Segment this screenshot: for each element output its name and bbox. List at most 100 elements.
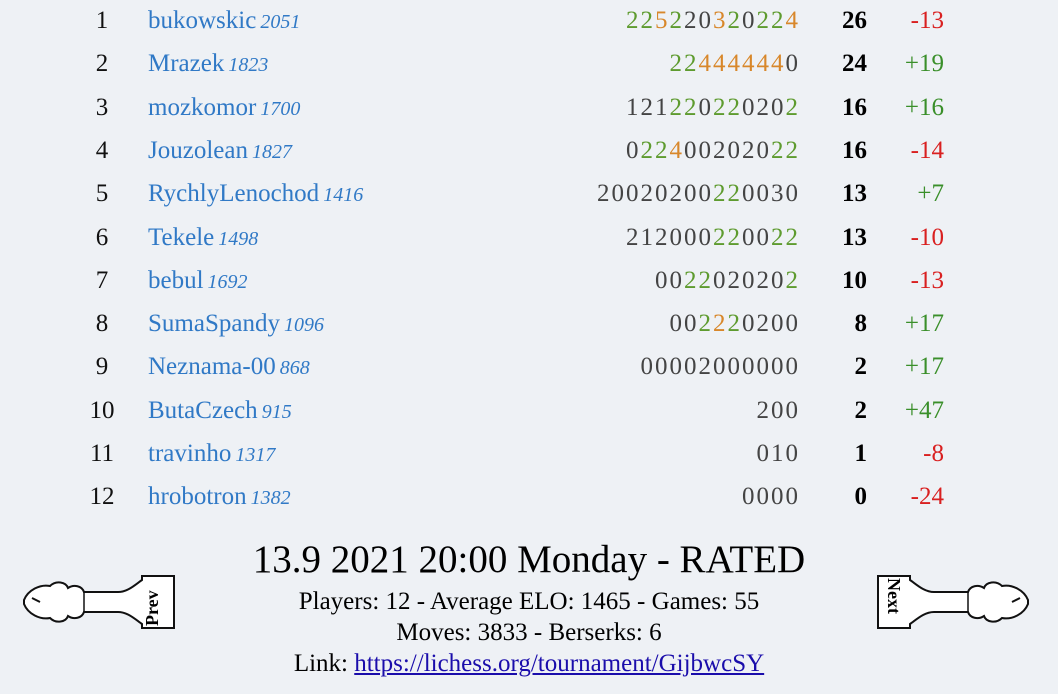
points-cell: 16 [842, 94, 867, 121]
game-score: 1 [640, 224, 655, 251]
player-link[interactable]: bebul 1692 [148, 259, 248, 304]
player-link[interactable]: Mrazek 1823 [148, 42, 268, 87]
game-score: 2 [713, 94, 728, 121]
game-score: 2 [713, 137, 728, 164]
player-name: hrobotron [148, 483, 247, 510]
game-score: 0 [698, 94, 713, 121]
player-name: Neznama-00 [148, 353, 276, 380]
game-score: 0 [698, 224, 713, 251]
game-score: 0 [727, 353, 742, 380]
tournament-link[interactable]: https://lichess.org/tournament/GijbwcSY [354, 650, 764, 677]
game-score: 4 [698, 50, 713, 77]
game-score: 1 [655, 94, 670, 121]
game-score: 0 [785, 50, 800, 77]
player-link[interactable]: mozkomor 1700 [148, 86, 300, 131]
player-rating: 915 [261, 401, 292, 423]
rank-cell: 3 [95, 94, 109, 121]
game-score: 4 [669, 137, 684, 164]
game-score: 0 [756, 180, 771, 207]
game-score: 0 [771, 94, 786, 121]
game-scores: 200 [757, 389, 801, 432]
game-score: 2 [655, 224, 670, 251]
game-score: 2 [713, 224, 728, 251]
game-score: 4 [713, 50, 728, 77]
player-link[interactable]: SumaSpandy 1096 [148, 302, 324, 347]
game-score: 0 [669, 353, 684, 380]
game-scores: 0000 [742, 475, 800, 518]
player-link[interactable]: hrobotron 1382 [148, 475, 291, 520]
rank-cell: 11 [89, 440, 115, 467]
game-score: 0 [742, 267, 757, 294]
game-score: 0 [713, 353, 728, 380]
game-score: 2 [713, 310, 728, 337]
player-name: bebul [148, 267, 204, 294]
game-score: 4 [742, 50, 757, 77]
rating-change: -13 [910, 267, 944, 294]
game-score: 2 [756, 397, 771, 424]
player-name: Jouzolean [148, 137, 248, 164]
player-rating: 1096 [283, 314, 324, 336]
game-score: 2 [713, 180, 728, 207]
points-cell: 2 [854, 397, 868, 424]
rating-change: +17 [904, 310, 944, 337]
game-score: 2 [785, 267, 800, 294]
player-link[interactable]: ButaCzech 915 [148, 389, 292, 434]
rating-change: -24 [910, 483, 944, 510]
game-score: 0 [785, 353, 800, 380]
game-score: 2 [655, 137, 670, 164]
player-rating: 2051 [260, 11, 301, 33]
game-score: 2 [727, 7, 742, 34]
player-link[interactable]: Neznama-00 868 [148, 345, 310, 390]
game-score: 2 [756, 310, 771, 337]
player-name: mozkomor [148, 94, 257, 121]
player-link[interactable]: Tekele 1498 [148, 216, 258, 261]
game-score: 5 [655, 7, 670, 34]
table-row: 4 Jouzolean 1827 022400202022 16 -14 [0, 129, 1058, 172]
table-row: 11 travinho 1317 010 1 -8 [0, 432, 1058, 475]
player-rating: 1382 [250, 487, 291, 509]
game-score: 2 [771, 224, 786, 251]
game-score: 2 [727, 94, 742, 121]
game-score: 2 [771, 137, 786, 164]
game-score: 2 [698, 310, 713, 337]
game-scores: 20020200220030 [597, 172, 800, 215]
game-score: 0 [756, 353, 771, 380]
table-row: 5 RychlyLenochod 1416 20020200220030 13 +7 [0, 172, 1058, 215]
player-name: ButaCzech [148, 397, 258, 424]
rating-change: -10 [910, 224, 944, 251]
player-name: Mrazek [148, 50, 225, 77]
game-score: 2 [756, 94, 771, 121]
rank-cell: 10 [89, 397, 115, 424]
game-score: 0 [756, 137, 771, 164]
game-score: 2 [626, 224, 641, 251]
game-score: 2 [742, 137, 757, 164]
player-name: bukowskic [148, 7, 257, 34]
rating-change: +19 [904, 50, 944, 77]
table-row: 9 Neznama-00 868 00002000000 2 +17 [0, 345, 1058, 388]
game-score: 0 [785, 483, 800, 510]
player-link[interactable]: RychlyLenochod 1416 [148, 172, 363, 217]
player-link[interactable]: Jouzolean 1827 [148, 129, 292, 174]
game-score: 2 [785, 94, 800, 121]
game-score: 0 [684, 310, 699, 337]
game-score: 0 [756, 483, 771, 510]
game-score: 0 [742, 483, 757, 510]
game-score: 0 [742, 180, 757, 207]
player-link[interactable]: bukowskic 2051 [148, 0, 300, 44]
game-score: 0 [669, 224, 684, 251]
game-score: 0 [756, 224, 771, 251]
rank-cell: 8 [95, 310, 109, 337]
game-score: 0 [684, 353, 699, 380]
rating-change: +47 [904, 397, 944, 424]
game-score: 2 [684, 94, 699, 121]
game-score: 0 [742, 353, 757, 380]
game-score: 0 [640, 353, 655, 380]
player-link[interactable]: travinho 1317 [148, 432, 275, 477]
points-cell: 2 [854, 353, 868, 380]
game-score: 4 [771, 50, 786, 77]
game-scores: 00002000000 [641, 345, 801, 388]
game-score: 0 [684, 137, 699, 164]
game-score: 0 [655, 353, 670, 380]
game-score: 0 [727, 137, 742, 164]
link-label: Link: [293, 650, 355, 677]
